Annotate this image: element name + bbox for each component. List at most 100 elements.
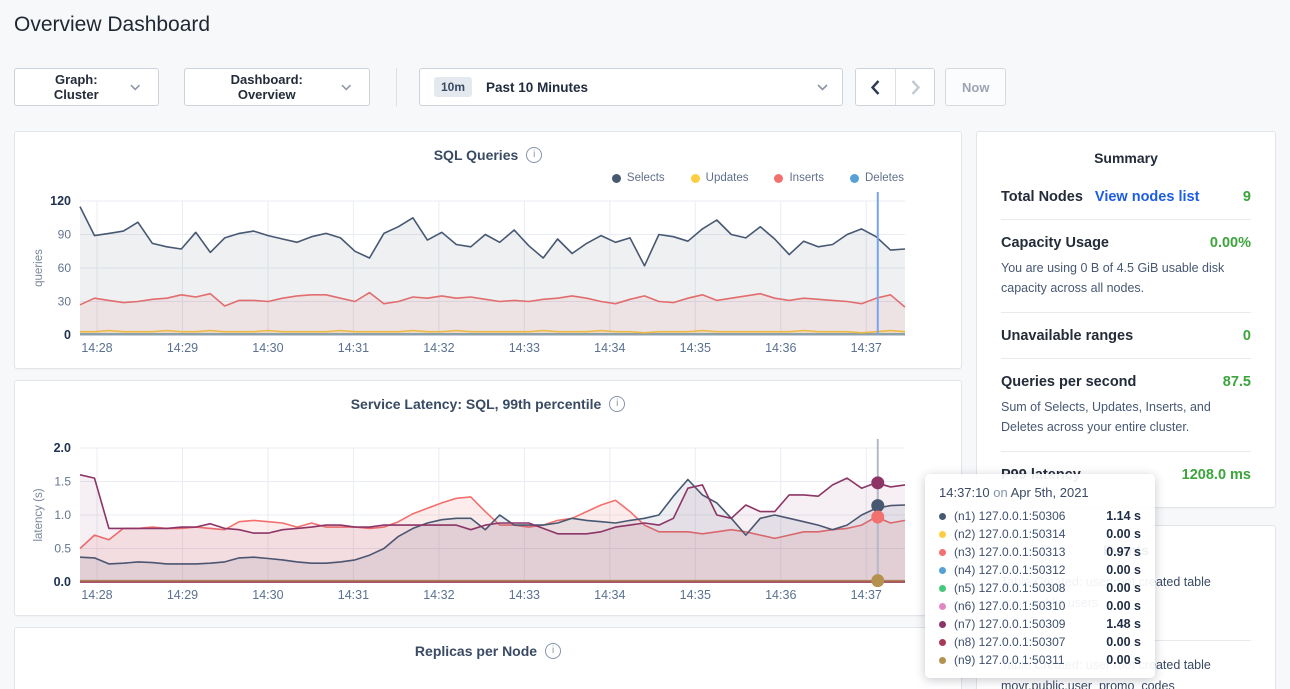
unavailable-ranges-value: 0 [1243,328,1251,344]
node-latency-value: 0.00 s [1106,653,1141,667]
time-next-button[interactable] [895,69,934,105]
svg-text:14:29: 14:29 [167,588,198,602]
svg-text:120: 120 [50,194,71,208]
chart-tooltip: 14:37:10 on Apr 5th, 2021 (n1) 127.0.0.1… [925,474,1155,678]
legend-dot [612,174,621,183]
page-title: Overview Dashboard [14,13,210,37]
sql-queries-chart[interactable]: 14:2814:2914:3014:3114:3214:3314:3414:35… [30,186,946,360]
summary-row-capacity-usage: Capacity Usage 0.00% You are using 0 B o… [1001,220,1251,313]
svg-text:14:32: 14:32 [423,341,454,355]
capacity-usage-value: 0.00% [1210,235,1251,251]
summary-panel: Summary Total Nodes View nodes list 9 Ca… [976,131,1276,508]
total-nodes-value: 9 [1243,189,1251,205]
node-color-dot [939,585,946,592]
summary-title: Summary [1001,150,1251,166]
svg-text:14:37: 14:37 [851,588,882,602]
node-address: (n8) 127.0.0.1:50307 [954,635,1065,649]
dashboard-dropdown[interactable]: Dashboard: Overview [184,68,370,106]
svg-text:14:33: 14:33 [509,588,540,602]
qps-description: Sum of Selects, Updates, Inserts, and De… [1001,397,1251,437]
svg-text:1.5: 1.5 [54,475,71,489]
time-range-picker[interactable]: 10m Past 10 Minutes [419,68,843,106]
svg-text:14:35: 14:35 [680,341,711,355]
qps-value: 87.5 [1223,374,1251,390]
chevron-down-icon [341,84,352,91]
legend-label: Selects [627,172,665,184]
legend-item-deletes[interactable]: Deletes [850,170,904,186]
svg-text:60: 60 [58,261,72,275]
node-latency-value: 0.00 s [1106,599,1141,613]
svg-text:90: 90 [58,228,72,242]
tooltip-row: (n8) 127.0.0.1:50307 0.00 s [939,633,1141,651]
replicas-header: Replicas per Node i [30,638,946,664]
view-nodes-list-link[interactable]: View nodes list [1095,189,1200,205]
tooltip-timestamp: 14:37:10 on Apr 5th, 2021 [939,485,1141,500]
node-color-dot [939,567,946,574]
node-address: (n4) 127.0.0.1:50312 [954,563,1065,577]
legend-dot [691,174,700,183]
svg-text:14:31: 14:31 [338,341,369,355]
svg-text:1.0: 1.0 [54,508,71,522]
legend-dot [850,174,859,183]
tooltip-row: (n1) 127.0.0.1:50306 1.14 s [939,507,1141,525]
tooltip-row: (n9) 127.0.0.1:503110.00 s [939,651,1141,669]
svg-text:14:32: 14:32 [423,588,454,602]
svg-text:latency (s): latency (s) [33,488,45,541]
legend-item-updates[interactable]: Updates [691,170,749,186]
legend-item-inserts[interactable]: Inserts [774,170,824,186]
node-address: (n6) 127.0.0.1:50310 [954,599,1065,613]
info-icon[interactable]: i [545,643,561,659]
controls-bar: Graph: Cluster Dashboard: Overview 10m P… [14,68,1006,106]
sql-queries-legend: Selects Updates Inserts Deletes [30,170,946,186]
svg-text:queries: queries [33,249,45,287]
time-prev-button[interactable] [856,69,895,105]
node-address: (n3) 127.0.0.1:50313 [954,545,1065,559]
legend-dot [774,174,783,183]
svg-text:14:35: 14:35 [680,588,711,602]
node-latency-value: 0.00 s [1106,581,1141,595]
node-latency-value: 0.00 s [1106,635,1141,649]
svg-text:14:36: 14:36 [765,588,796,602]
now-button[interactable]: Now [945,68,1006,106]
svg-text:14:28: 14:28 [81,341,112,355]
node-address: (n7) 127.0.0.1:50309 [954,617,1065,631]
node-latency-value: 1.48 s [1106,617,1141,631]
summary-row-queries-per-second: Queries per second 87.5 Sum of Selects, … [1001,359,1251,452]
capacity-usage-description: You are using 0 B of 4.5 GiB usable disk… [1001,258,1251,298]
sql-queries-panel: SQL Queries i Selects Updates Inserts Delet… [14,131,962,369]
tooltip-row: (n7) 127.0.0.1:50309 1.48 s [939,615,1141,633]
tooltip-row: (n5) 127.0.0.1:503080.00 s [939,579,1141,597]
total-nodes-label: Total Nodes [1001,189,1083,205]
legend-item-selects[interactable]: Selects [612,170,665,186]
service-latency-title: Service Latency: SQL, 99th percentile [351,396,602,412]
replicas-title: Replicas per Node [415,643,537,659]
dashboard-dropdown-label: Dashboard: Overview [203,72,331,102]
svg-text:30: 30 [58,295,72,309]
tooltip-row: (n6) 127.0.0.1:50310 0.00 s [939,597,1141,615]
svg-text:14:36: 14:36 [765,341,796,355]
service-latency-chart[interactable]: 14:2814:2914:3014:3114:3214:3314:3414:35… [30,433,946,607]
info-icon[interactable]: i [526,147,542,163]
svg-text:14:30: 14:30 [252,588,283,602]
qps-label: Queries per second [1001,374,1136,390]
tooltip-row: (n3) 127.0.0.1:50313 0.97 s [939,543,1141,561]
node-address: (n1) 127.0.0.1:50306 [954,509,1065,523]
time-step-buttons [855,68,935,106]
chevron-left-icon [871,80,880,95]
tooltip-rows: (n1) 127.0.0.1:50306 1.14 s (n2) 127.0.0.1… [939,507,1141,669]
node-color-dot [939,621,946,628]
graph-dropdown[interactable]: Graph: Cluster [14,68,159,106]
node-color-dot [939,513,946,520]
info-icon[interactable]: i [609,396,625,412]
node-latency-value: 0.00 s [1106,563,1141,577]
tooltip-row: (n2) 127.0.0.1:503140.00 s [939,525,1141,543]
node-latency-value: 1.14 s [1106,509,1141,523]
svg-text:14:30: 14:30 [252,341,283,355]
node-latency-value: 0.00 s [1106,527,1141,541]
chevron-right-icon [911,80,920,95]
sql-queries-header: SQL Queries i [30,142,946,168]
divider [396,68,397,106]
node-color-dot [939,639,946,646]
legend-label: Deletes [865,172,904,184]
node-latency-value: 0.97 s [1106,545,1141,559]
